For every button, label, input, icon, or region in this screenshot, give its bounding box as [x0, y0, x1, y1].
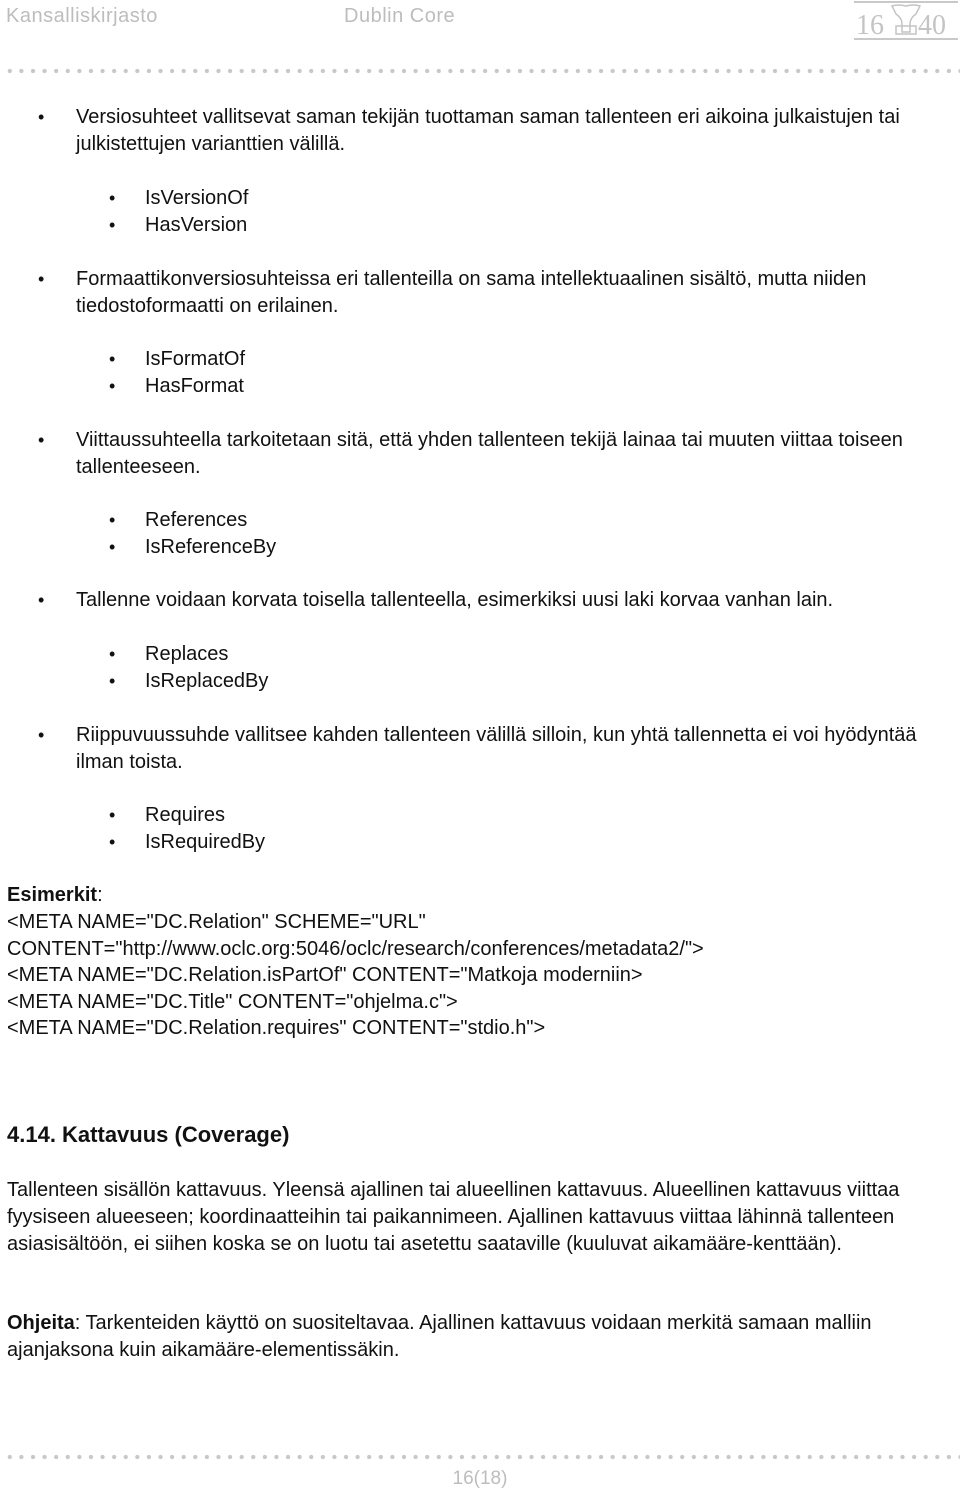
- examples-label: Esimerkit:: [7, 882, 957, 909]
- list-item: IsReplacedBy: [109, 668, 269, 695]
- section-heading: 4.14. Kattavuus (Coverage): [7, 1122, 290, 1147]
- code-line: <META NAME="DC.Relation" SCHEME="URL": [7, 911, 426, 933]
- list-item: Viittaussuhteella tarkoitetaan sitä, ett…: [38, 427, 956, 481]
- list-item: Riippuvuussuhde vallitsee kahden tallent…: [38, 722, 956, 776]
- code-line: <META NAME="DC.Relation.requires" CONTEN…: [7, 1017, 546, 1039]
- examples-heading: Esimerkit: [7, 884, 98, 906]
- svg-text:16: 16: [856, 10, 884, 41]
- list-item: Requires: [109, 802, 225, 829]
- organization-name: Kansalliskirjasto: [6, 5, 158, 27]
- list-item: References: [109, 507, 247, 534]
- svg-text:40: 40: [918, 10, 946, 41]
- guidance-label: Ohjeita: [7, 1312, 75, 1334]
- guidance-text: : Tarkenteiden käyttö on suositeltavaa. …: [7, 1312, 872, 1361]
- code-line: <META NAME="DC.Relation.isPartOf" CONTEN…: [7, 964, 643, 986]
- page-header: Kansalliskirjasto Dublin Core 16 40: [0, 0, 960, 60]
- examples-colon: :: [97, 884, 103, 906]
- guidance-paragraph: Ohjeita: Tarkenteiden käyttö on suositel…: [7, 1310, 957, 1364]
- page-number: 16(18): [452, 1468, 508, 1489]
- list-item: HasVersion: [109, 212, 247, 239]
- list-item: IsReferenceBy: [109, 534, 276, 561]
- header-divider: [4, 68, 960, 74]
- document-title: Dublin Core: [344, 5, 456, 27]
- code-line: <META NAME="DC.Title" CONTENT="ohjelma.c…: [7, 991, 458, 1013]
- code-line: CONTENT="http://www.oclc.org:5046/oclc/r…: [7, 938, 704, 960]
- footer-divider: [4, 1454, 960, 1460]
- list-item: Formaattikonversiosuhteissa eri tallente…: [38, 266, 956, 320]
- list-item: IsFormatOf: [109, 346, 245, 373]
- list-item: IsRequiredBy: [109, 829, 265, 856]
- list-item: Tallenne voidaan korvata toisella tallen…: [38, 587, 956, 614]
- list-item: HasFormat: [109, 373, 244, 400]
- list-item: IsVersionOf: [109, 185, 249, 212]
- list-item: Replaces: [109, 641, 229, 668]
- section-body: Tallenteen sisällön kattavuus. Yleensä a…: [7, 1179, 900, 1255]
- library-logo-icon: 16 40: [854, 1, 958, 41]
- list-item: Versiosuhteet vallitsevat saman tekijän …: [38, 104, 956, 158]
